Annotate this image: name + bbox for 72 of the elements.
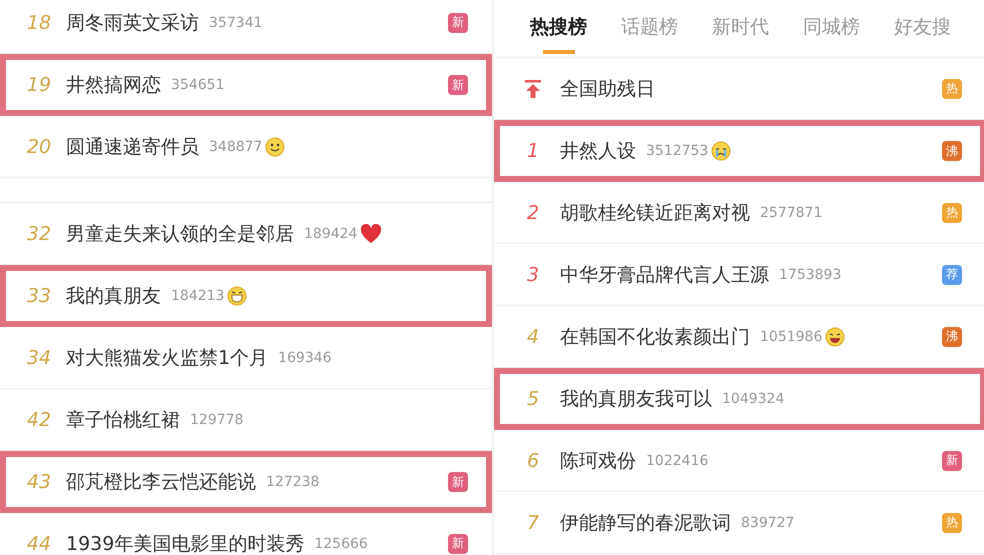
search-count: 348877 <box>209 138 262 154</box>
topic-badge: 新 <box>448 472 468 492</box>
search-count: 129778 <box>190 412 244 428</box>
topic-title: 男童走失来认领的全是邻居 <box>66 222 294 246</box>
topic-badge: 新 <box>448 75 468 95</box>
topic-badge: 新 <box>942 450 962 470</box>
topic-title: 陈珂戏份 <box>560 448 636 474</box>
topic-title: 胡歌桂纶镁近距离对视 <box>560 200 750 226</box>
topic-title: 1939年美国电影里的时装秀 <box>66 532 304 555</box>
highlighted-topic-row[interactable]: 33 我的真朋友 184213 <box>0 265 492 327</box>
search-count: 354651 <box>171 77 224 93</box>
search-count: 3512753 <box>646 143 708 159</box>
rank-number: 43 <box>26 471 52 493</box>
search-count: 127238 <box>266 474 320 490</box>
topic-title: 井然搞网恋 <box>66 73 161 98</box>
heart-icon <box>360 224 382 244</box>
topic-title: 圆通速递寄件员 <box>66 134 199 160</box>
topic-badge: 热 <box>942 78 962 98</box>
topic-title: 在韩国不化妆素颜出门 <box>560 324 750 350</box>
crying-face-icon <box>711 141 732 161</box>
rank-number: 7 <box>526 512 540 534</box>
topic-title: 井然人设 <box>560 139 636 164</box>
topic-title: 周冬雨英文采访 <box>66 10 199 36</box>
list-tab[interactable]: 热搜榜 <box>530 14 587 54</box>
highlighted-topic-row[interactable]: 1 井然人设 3512753 沸 <box>494 120 984 182</box>
topic-title: 全国助残日 <box>560 76 655 102</box>
rank-number: 42 <box>26 408 52 430</box>
pin-to-top-icon <box>524 78 542 98</box>
rank-number: 33 <box>26 285 52 307</box>
search-count: 357341 <box>209 14 262 30</box>
search-count: 189424 <box>304 226 358 242</box>
rank-number: 32 <box>26 222 52 244</box>
topic-badge: 热 <box>942 202 962 222</box>
laughing-face-icon <box>825 326 846 346</box>
topic-badge: 新 <box>448 12 468 32</box>
search-count: 1051986 <box>760 328 822 344</box>
rank-number: 6 <box>526 450 540 472</box>
topic-title: 中华牙膏品牌代言人王源 <box>560 262 769 288</box>
topic-title: 对大熊猫发火监禁1个月 <box>66 346 268 370</box>
grinning-face-icon <box>227 286 248 306</box>
topic-badge: 热 <box>942 512 962 532</box>
topic-title: 邵芃橙比李云恺还能说 <box>66 470 256 495</box>
topic-badge: 新 <box>448 534 468 554</box>
highlighted-topic-row[interactable]: 43 邵芃橙比李云恺还能说 127238 新 <box>0 451 492 513</box>
rank-number: 20 <box>26 136 52 158</box>
topic-title: 我的真朋友 <box>66 284 161 309</box>
rank-number: 1 <box>526 140 540 162</box>
rank-number: 44 <box>26 532 52 554</box>
search-count: 125666 <box>314 536 368 552</box>
search-count: 1049324 <box>722 391 784 407</box>
topic-title: 我的真朋友我可以 <box>560 387 712 412</box>
highlighted-topic-row[interactable]: 19 井然搞网恋 354651 新 <box>0 54 492 116</box>
rank-number: 5 <box>526 388 540 410</box>
highlighted-topic-row[interactable]: 5 我的真朋友我可以 1049324 <box>494 368 984 430</box>
search-count: 184213 <box>171 288 224 304</box>
rank-number: 19 <box>26 74 52 96</box>
topic-title: 伊能静写的春泥歌词 <box>560 510 731 536</box>
rank-number: 34 <box>26 346 52 368</box>
search-count: 1753893 <box>779 266 842 282</box>
topic-badge: 沸 <box>942 326 962 346</box>
rank-number: 3 <box>526 264 540 286</box>
topic-title: 章子怡桃红裙 <box>66 408 180 432</box>
rank-number: 18 <box>26 12 52 34</box>
rank-number: 4 <box>526 326 540 348</box>
topic-badge: 沸 <box>942 141 962 161</box>
search-count: 1022416 <box>646 452 708 468</box>
search-count: 2577871 <box>760 204 822 220</box>
rank-number: 2 <box>526 202 540 224</box>
smiley-icon <box>265 136 286 156</box>
search-count: 169346 <box>278 350 332 366</box>
search-count: 839727 <box>741 514 794 530</box>
topic-badge: 荐 <box>942 264 962 284</box>
